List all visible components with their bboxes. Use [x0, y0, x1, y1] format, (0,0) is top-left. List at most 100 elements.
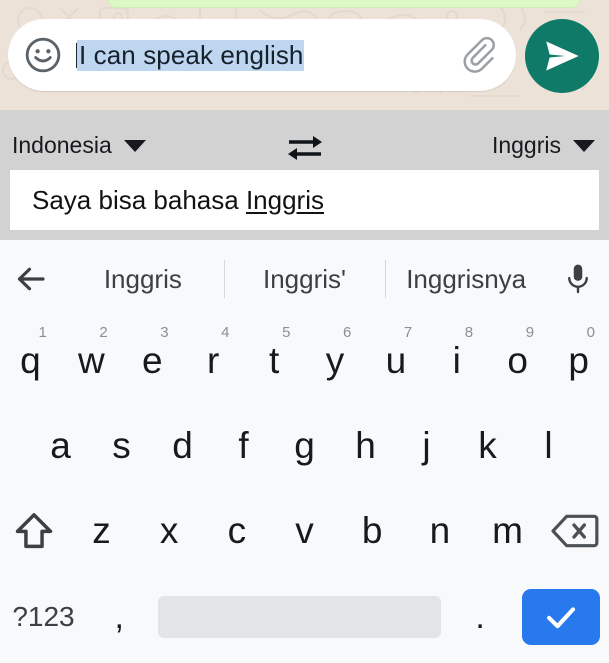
microphone-icon[interactable] [547, 262, 609, 296]
key-p[interactable]: p0 [548, 318, 609, 403]
chat-background: I can speak english [0, 0, 609, 110]
suggestion-item-1[interactable]: Inggris [62, 240, 224, 318]
key-number-hint: 0 [586, 324, 595, 341]
source-language-selector[interactable]: Indonesia [12, 132, 146, 159]
key-x[interactable]: x [135, 488, 203, 573]
translate-toolbar: Indonesia Inggris Saya bisa bahasa Inggr… [0, 110, 609, 240]
space-key[interactable] [151, 573, 447, 661]
message-input[interactable]: I can speak english [76, 39, 456, 71]
key-d[interactable]: d [152, 403, 213, 488]
key-l[interactable]: l [518, 403, 579, 488]
key-c[interactable]: c [203, 488, 271, 573]
suggestion-list: Inggris Inggris' Inggrisnya [62, 240, 547, 318]
key-y[interactable]: y6 [305, 318, 366, 403]
key-number-hint: 6 [342, 324, 352, 341]
key-q[interactable]: q1 [0, 318, 61, 403]
key-label: f [238, 425, 249, 466]
key-label: ?123 [12, 601, 75, 632]
key-number-hint: 8 [464, 324, 474, 341]
key-v[interactable]: v [271, 488, 339, 573]
shift-arrow-icon [15, 512, 53, 548]
key-number-hint: 3 [160, 324, 169, 341]
suggestion-item-2[interactable]: Inggris' [224, 240, 386, 318]
key-label: d [172, 425, 193, 466]
key-label: y [325, 340, 345, 381]
key-label: t [268, 340, 280, 381]
enter-key[interactable] [512, 573, 609, 661]
key-h[interactable]: h [335, 403, 396, 488]
key-number-hint: 5 [282, 324, 291, 341]
comma-key[interactable]: , [87, 573, 151, 661]
translation-result-field[interactable]: Saya bisa bahasa Inggris [10, 170, 599, 230]
key-i[interactable]: i8 [426, 318, 487, 403]
space-key-surface[interactable] [158, 596, 441, 638]
symbols-key[interactable]: ?123 [0, 573, 87, 661]
message-composer[interactable]: I can speak english [8, 19, 516, 91]
keyboard-row-4: ?123 , . [0, 573, 609, 661]
key-label: o [507, 340, 528, 381]
key-e[interactable]: e3 [122, 318, 183, 403]
target-language-selector[interactable]: Inggris [492, 132, 595, 159]
key-k[interactable]: k [457, 403, 518, 488]
target-language-label: Inggris [491, 132, 561, 158]
key-label: z [92, 510, 111, 551]
key-z[interactable]: z [68, 488, 136, 573]
period-key[interactable]: . [448, 573, 512, 661]
paperclip-icon[interactable] [456, 30, 506, 80]
translation-highlighted-word[interactable]: Inggris [246, 185, 324, 215]
key-label: n [429, 510, 451, 551]
key-number-hint: 7 [403, 324, 413, 341]
key-g[interactable]: g [274, 403, 335, 488]
key-label: c [227, 510, 247, 551]
key-label: . [475, 598, 485, 636]
chevron-down-icon[interactable] [573, 139, 595, 152]
key-label: g [294, 425, 315, 466]
key-number-hint: 1 [38, 324, 47, 341]
key-label: j [422, 425, 431, 466]
virtual-keyboard: Inggris Inggris' Inggrisnya q1 w2 e3 r4 … [0, 240, 609, 663]
key-f[interactable]: f [213, 403, 274, 488]
text-cursor [76, 42, 78, 68]
key-t[interactable]: t5 [244, 318, 305, 403]
shift-key[interactable] [0, 488, 68, 573]
key-label: , [114, 598, 124, 636]
key-number-hint: 2 [99, 324, 108, 341]
key-j[interactable]: j [396, 403, 457, 488]
key-number-hint: 4 [221, 324, 230, 341]
key-label: q [20, 340, 41, 381]
enter-key-surface[interactable] [521, 589, 600, 645]
key-m[interactable]: m [474, 488, 542, 573]
chevron-down-icon[interactable] [123, 139, 146, 152]
back-arrow-icon[interactable] [0, 261, 62, 297]
key-a[interactable]: a [30, 403, 91, 488]
key-r[interactable]: r4 [183, 318, 244, 403]
send-button[interactable] [525, 19, 599, 93]
key-b[interactable]: b [338, 488, 406, 573]
source-language-label: Indonesia [12, 132, 112, 158]
keyboard-row-3: z x c v b n m [0, 488, 609, 573]
swap-horizontal-arrows-icon [287, 136, 322, 160]
key-label: r [207, 340, 220, 381]
backspace-key[interactable] [541, 488, 609, 573]
key-label: h [355, 425, 376, 466]
message-input-text[interactable]: I can speak english [79, 39, 304, 71]
backspace-delete-icon [551, 514, 599, 547]
swap-languages-button[interactable] [284, 132, 326, 169]
key-label: w [77, 340, 105, 381]
suggestion-item-3[interactable]: Inggrisnya [385, 240, 547, 318]
key-label: v [295, 510, 314, 551]
key-n[interactable]: n [406, 488, 474, 573]
keyboard-row-1: q1 w2 e3 r4 t5 y6 u7 i8 o9 p0 [0, 318, 609, 403]
key-u[interactable]: u7 [365, 318, 426, 403]
smiley-face-icon[interactable] [24, 36, 62, 74]
key-rows: q1 w2 e3 r4 t5 y6 u7 i8 o9 p0 a s d f g … [0, 318, 609, 661]
phone-screen: I can speak english Indonesia Inggris Sa… [0, 0, 609, 663]
key-s[interactable]: s [91, 403, 152, 488]
send-plane-icon [546, 41, 579, 71]
key-label: x [159, 510, 179, 551]
key-w[interactable]: w2 [61, 318, 122, 403]
checkmark-icon [546, 607, 575, 629]
key-o[interactable]: o9 [487, 318, 548, 403]
translation-result-text: Saya bisa bahasa Inggris [32, 185, 324, 216]
key-label: m [492, 510, 523, 551]
